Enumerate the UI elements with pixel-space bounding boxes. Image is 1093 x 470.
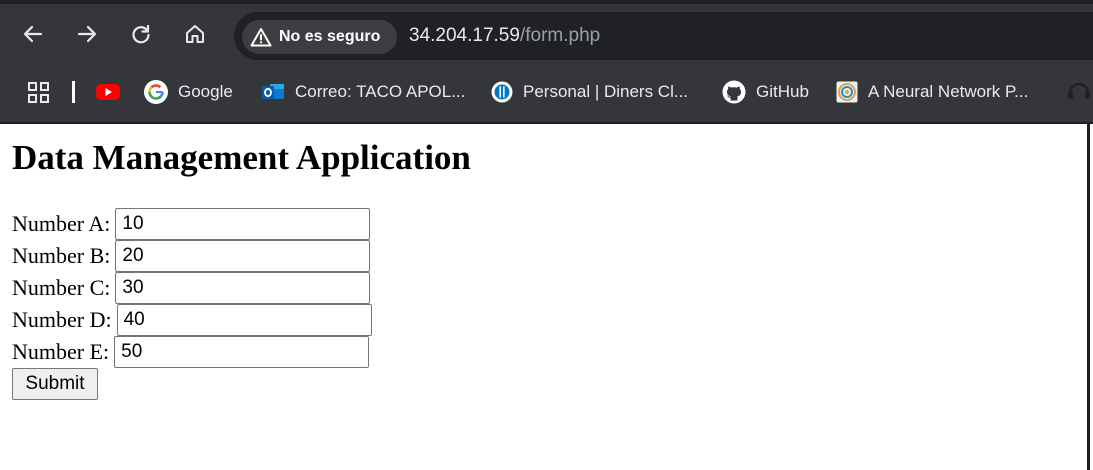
number-b-input[interactable] xyxy=(115,240,371,272)
outlook-icon xyxy=(262,84,284,99)
arrow-right-icon xyxy=(77,25,97,43)
field-label: Number C: xyxy=(12,275,111,300)
apps-grid-icon[interactable] xyxy=(28,82,50,104)
page-title: Data Management Application xyxy=(12,138,471,177)
field-row-d: Number D: xyxy=(12,304,372,336)
youtube-icon xyxy=(96,84,120,100)
github-icon xyxy=(722,80,746,104)
number-c-input[interactable] xyxy=(115,272,371,304)
url-text[interactable]: 34.204.17.59/form.php xyxy=(409,25,600,47)
bookmark-label: A Neural Network P... xyxy=(868,82,1029,101)
home-button[interactable] xyxy=(179,18,211,50)
bookmark-diners[interactable]: Personal | Diners Cl... xyxy=(491,79,688,105)
bookmark-label: GitHub xyxy=(756,82,809,101)
page-content: Data Management Application Number A: Nu… xyxy=(0,124,1088,470)
bookmark-label: Correo: TACO APOL... xyxy=(295,82,466,101)
back-button[interactable] xyxy=(17,18,49,50)
diners-icon xyxy=(491,81,513,103)
playground-icon xyxy=(836,81,858,103)
field-row-b: Number B: xyxy=(12,240,371,272)
bookmark-outlook[interactable]: Correo: TACO APOL... xyxy=(261,79,465,105)
tab-strip-edge xyxy=(0,0,1093,4)
bookmark-google[interactable]: Google xyxy=(144,79,233,105)
field-label: Number A: xyxy=(12,211,111,236)
field-row-e: Number E: xyxy=(12,336,370,368)
bookmark-youtube[interactable] xyxy=(95,79,121,105)
home-icon xyxy=(186,25,204,43)
field-row-a: Number A: xyxy=(12,208,371,240)
number-d-input[interactable] xyxy=(116,304,372,336)
bookmark-github[interactable]: GitHub xyxy=(722,79,809,105)
reload-icon xyxy=(132,24,150,44)
headset-icon xyxy=(1068,82,1090,99)
bookmark-overflow[interactable] xyxy=(1066,79,1092,105)
forward-button[interactable] xyxy=(71,18,103,50)
field-label: Number E: xyxy=(12,339,110,364)
security-chip[interactable]: No es seguro xyxy=(242,20,397,54)
field-label: Number D: xyxy=(12,307,112,332)
field-row-c: Number C: xyxy=(12,272,371,304)
number-a-input[interactable] xyxy=(115,208,371,240)
url-path: /form.php xyxy=(519,25,601,46)
url-host: 34.204.17.59 xyxy=(409,25,520,46)
scrollbar-edge[interactable] xyxy=(1087,124,1093,470)
bookmarks-separator xyxy=(72,81,75,103)
google-icon xyxy=(144,80,168,104)
bookmark-neural-network[interactable]: A Neural Network P... xyxy=(836,79,1028,105)
bookmark-label: Google xyxy=(178,82,233,101)
bookmark-label: Personal | Diners Cl... xyxy=(523,82,689,101)
number-e-input[interactable] xyxy=(114,336,370,368)
arrow-left-icon xyxy=(23,25,43,43)
warning-icon xyxy=(250,28,272,47)
reload-button[interactable] xyxy=(125,18,157,50)
field-label: Number B: xyxy=(12,243,111,268)
security-label: No es seguro xyxy=(279,28,381,45)
submit-button[interactable]: Submit xyxy=(12,368,98,400)
